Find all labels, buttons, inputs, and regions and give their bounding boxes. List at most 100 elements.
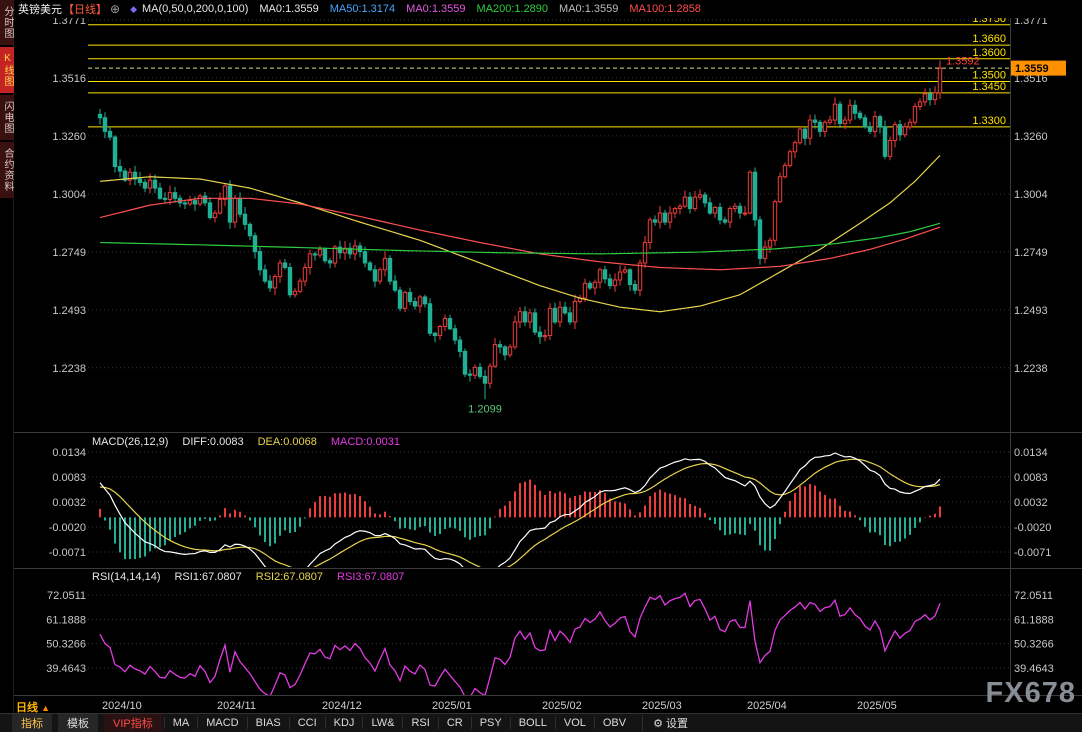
svg-text:39.4643: 39.4643 xyxy=(46,663,86,675)
sidebar-tab-1[interactable]: K线图 xyxy=(0,47,14,93)
sidebar-tab-0[interactable]: 分时图 xyxy=(0,0,14,45)
ma-value: MA100:1.2858 xyxy=(629,3,701,15)
svg-text:-0.0071: -0.0071 xyxy=(1014,547,1051,559)
ma-line-ma200 xyxy=(100,223,940,254)
indicator-button-cr[interactable]: CR xyxy=(438,717,471,729)
macd-dea-value: DEA:0.0068 xyxy=(258,436,317,448)
svg-text:1.3260: 1.3260 xyxy=(52,131,86,143)
svg-text:1.3500: 1.3500 xyxy=(972,69,1006,81)
svg-text:0.0032: 0.0032 xyxy=(1014,497,1048,509)
sidebar-tab-3[interactable]: 合约资料 xyxy=(0,142,14,198)
svg-text:61.1888: 61.1888 xyxy=(1014,614,1054,626)
add-indicator-icon[interactable]: ⊕ xyxy=(110,2,120,16)
svg-text:1.2493: 1.2493 xyxy=(1014,305,1048,317)
indicator-button-cci[interactable]: CCI xyxy=(289,717,325,729)
toolbar-tab-0[interactable]: 指标 xyxy=(12,714,52,732)
svg-text:0.0134: 0.0134 xyxy=(1014,447,1048,459)
rsi1-value: RSI1:67.0807 xyxy=(174,571,241,583)
indicator-button-obv[interactable]: OBV xyxy=(594,717,634,729)
svg-text:2025/05: 2025/05 xyxy=(857,700,897,712)
indicator-button-kdj[interactable]: KDJ xyxy=(325,717,363,729)
rsi-line xyxy=(100,593,940,697)
indicator-button-psy[interactable]: PSY xyxy=(471,717,510,729)
ma-value: MA0:1.3559 xyxy=(559,3,618,15)
svg-text:1.2238: 1.2238 xyxy=(1014,363,1048,375)
indicator-button-ma[interactable]: MA xyxy=(164,717,198,729)
svg-text:1.3260: 1.3260 xyxy=(1014,131,1048,143)
svg-text:2025/03: 2025/03 xyxy=(642,700,682,712)
svg-text:1.2493: 1.2493 xyxy=(52,305,86,317)
svg-text:-0.0071: -0.0071 xyxy=(49,547,86,559)
svg-text:1.3660: 1.3660 xyxy=(972,33,1006,45)
timeframe-label: 【日线】 xyxy=(63,1,107,17)
svg-text:2025/04: 2025/04 xyxy=(747,700,787,712)
macd-diff-value: DIFF:0.0083 xyxy=(182,436,243,448)
svg-text:1.3516: 1.3516 xyxy=(52,73,86,85)
symbol-name: 英镑美元 xyxy=(18,1,62,17)
candlestick-series xyxy=(98,61,941,400)
svg-text:0.0083: 0.0083 xyxy=(1014,472,1048,484)
macd-params: MACD(26,12,9) xyxy=(92,436,168,448)
indicator-button-bias[interactable]: BIAS xyxy=(247,717,289,729)
macd-series xyxy=(99,453,941,578)
ma-value: MA50:1.3174 xyxy=(330,3,395,15)
vip-indicator-button[interactable]: VIP指标 xyxy=(104,714,162,732)
svg-text:1.2749: 1.2749 xyxy=(52,247,86,259)
toolbar-tab-1[interactable]: 模板 xyxy=(58,714,98,732)
ma-values-row: MA(0,50,0,200,0,100) MA0:1.3559 MA50:1.317… xyxy=(142,3,712,15)
indicator-button-boll[interactable]: BOLL xyxy=(510,717,555,729)
macd-header: MACD(26,12,9) DIFF:0.0083 DEA:0.0068 MAC… xyxy=(92,436,414,448)
svg-text:50.3266: 50.3266 xyxy=(46,639,86,651)
settings-button[interactable]: ⚙ 设置 xyxy=(642,715,698,731)
rsi3-value: RSI3:67.0807 xyxy=(337,571,404,583)
svg-text:1.3300: 1.3300 xyxy=(972,115,1006,127)
svg-text:0.0032: 0.0032 xyxy=(52,497,86,509)
ma-value: MA0:1.3559 xyxy=(259,3,318,15)
ma-value: MA0:1.3559 xyxy=(406,3,465,15)
svg-text:39.4643: 39.4643 xyxy=(1014,663,1054,675)
high-annotation: 1.3592 xyxy=(946,56,980,68)
svg-text:50.3266: 50.3266 xyxy=(1014,639,1054,651)
indicator-button-macd[interactable]: MACD xyxy=(197,717,246,729)
svg-text:1.3004: 1.3004 xyxy=(1014,189,1048,201)
svg-text:72.0511: 72.0511 xyxy=(1014,590,1053,602)
indicator-button-lw[interactable]: LW& xyxy=(362,717,402,729)
chevron-up-icon: ▲ xyxy=(41,703,50,713)
svg-text:1.3592: 1.3592 xyxy=(946,56,980,68)
svg-text:-0.0020: -0.0020 xyxy=(1014,522,1051,534)
indicator-flag-icon: ◆ xyxy=(130,4,137,15)
svg-text:2024/12: 2024/12 xyxy=(322,700,362,712)
x-axis-labels: 2024/102024/112024/122025/012025/022025/… xyxy=(102,700,897,712)
sidebar-tab-2[interactable]: 闪电图 xyxy=(0,95,14,140)
chart-header: 英镑美元 【日线】 ⊕ ◆ MA(0,50,0,200,0,100) MA0:1.… xyxy=(14,0,1082,18)
rsi2-value: RSI2:67.0807 xyxy=(256,571,323,583)
fx678-watermark: FX678 xyxy=(986,677,1076,710)
svg-text:1.3450: 1.3450 xyxy=(972,81,1006,93)
macd-value: MACD:0.0031 xyxy=(331,436,400,448)
svg-text:0.0134: 0.0134 xyxy=(52,447,86,459)
rsi-params: RSI(14,14,14) xyxy=(92,571,160,583)
svg-text:2025/02: 2025/02 xyxy=(542,700,582,712)
svg-text:0.0083: 0.0083 xyxy=(52,472,86,484)
ma-line-ma100 xyxy=(100,198,940,269)
left-sidebar: 分时图 K线图闪电图合约资料 xyxy=(0,0,14,713)
svg-text:2025/01: 2025/01 xyxy=(432,700,472,712)
price-alert-lines: 1.37501.36601.36001.35001.34501.3300 xyxy=(88,13,1010,127)
rsi-header: RSI(14,14,14) RSI1:67.0807 RSI2:67.0807 … xyxy=(92,571,418,583)
trading-app: 1.37711.37711.35161.35161.32601.32601.30… xyxy=(0,0,1082,732)
svg-text:-0.0020: -0.0020 xyxy=(49,522,86,534)
svg-text:1.3559: 1.3559 xyxy=(1015,63,1049,75)
svg-text:1.2749: 1.2749 xyxy=(1014,247,1048,259)
panel-dividers xyxy=(14,18,1082,696)
ma-line-ma50 xyxy=(100,155,940,311)
indicator-button-rsi[interactable]: RSI xyxy=(402,717,437,729)
ma-value: MA(0,50,0,200,0,100) xyxy=(142,3,248,15)
svg-text:2024/11: 2024/11 xyxy=(217,700,256,712)
indicator-button-vol[interactable]: VOL xyxy=(555,717,594,729)
low-annotation: 1.2099 xyxy=(468,403,502,415)
chart-canvas[interactable]: 1.37711.37711.35161.35161.32601.32601.30… xyxy=(0,0,1082,732)
svg-text:1.2099: 1.2099 xyxy=(468,403,502,415)
svg-text:1.2238: 1.2238 xyxy=(52,363,86,375)
svg-text:72.0511: 72.0511 xyxy=(47,590,86,602)
ma-value: MA200:1.2890 xyxy=(476,3,548,15)
